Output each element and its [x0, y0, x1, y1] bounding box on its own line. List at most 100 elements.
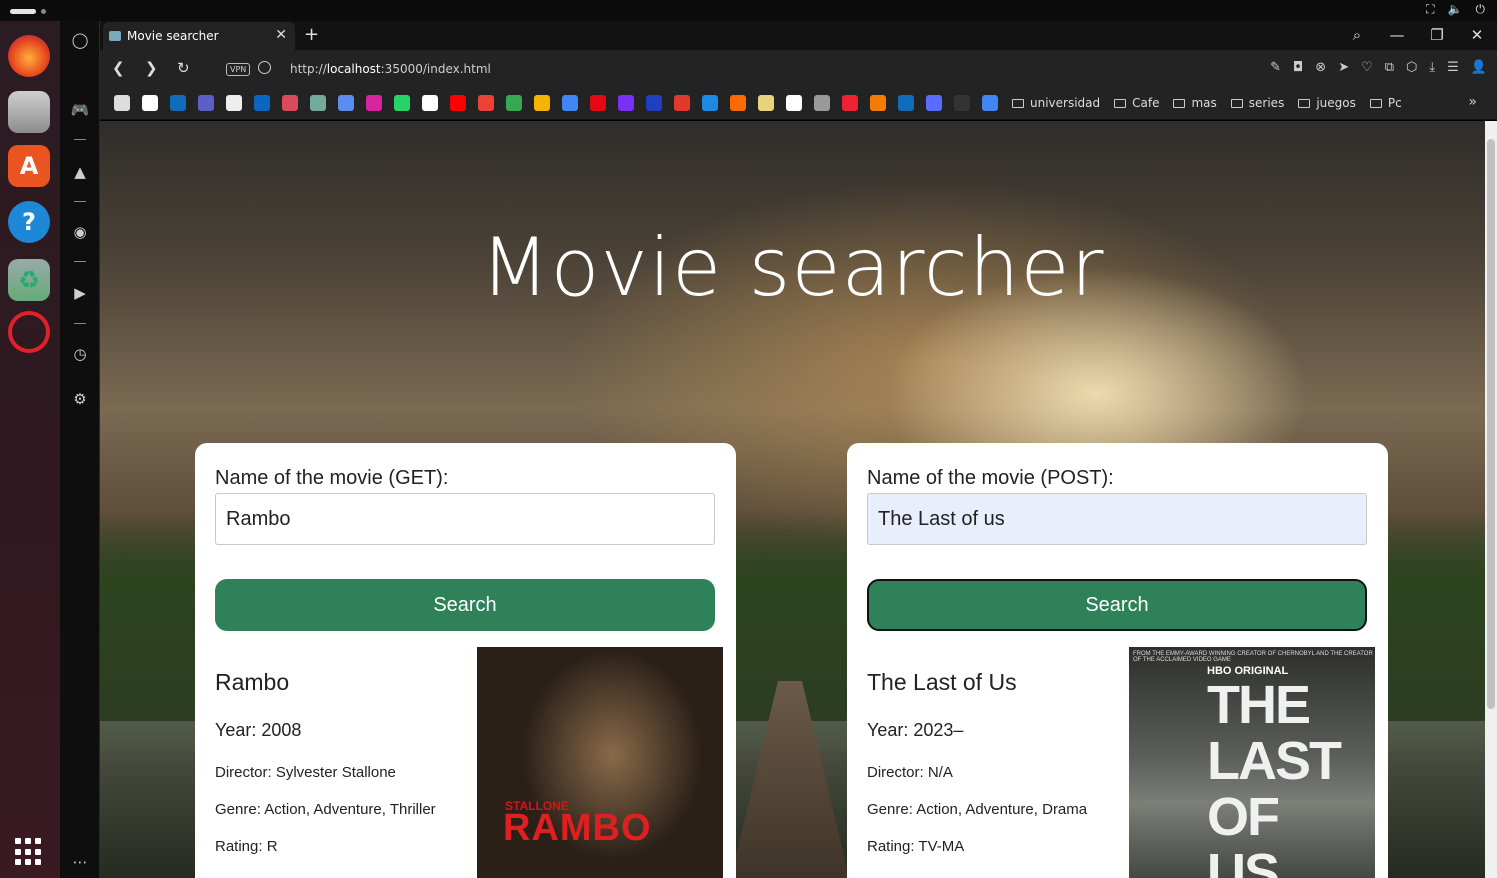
gamepad-icon[interactable]: 🎮 [69, 99, 91, 121]
restore-button[interactable]: ❐ [1417, 21, 1457, 49]
photos-icon[interactable] [534, 95, 550, 111]
drive-icon[interactable] [506, 95, 522, 111]
bookmark-icon[interactable] [114, 95, 130, 111]
bookmark-icons [114, 95, 998, 111]
teams-icon[interactable] [198, 95, 214, 111]
profile-icon[interactable]: 👤 [1471, 60, 1487, 75]
get-movie-label: Name of the movie (GET): [215, 467, 449, 489]
volume-icon[interactable]: 🔈 [1448, 2, 1463, 17]
activities-indicator[interactable] [10, 9, 36, 14]
chatgpt-icon[interactable] [310, 95, 326, 111]
heart-icon[interactable]: ♡ [1361, 60, 1373, 75]
opera-icon[interactable] [8, 311, 50, 353]
x-icon[interactable] [422, 95, 438, 111]
power-icon[interactable]: ⏻ [1476, 2, 1486, 17]
adblock-icon[interactable]: ⊗ [1315, 60, 1326, 75]
address-bar: ❮ ❯ ↻ VPN http://localhost:35000/index.h… [100, 50, 1497, 88]
crunchyroll-icon[interactable] [730, 95, 746, 111]
player-icon[interactable]: ▶ [69, 282, 91, 304]
gmail-icon[interactable] [478, 95, 494, 111]
sigma-icon[interactable] [926, 95, 942, 111]
get-search-button[interactable]: Search [215, 579, 715, 631]
tab-movie-searcher[interactable]: Movie searcher ✕ [103, 22, 295, 50]
more-icon[interactable]: ⋯ [69, 851, 91, 873]
movie-year: Year: 2008 [215, 720, 302, 740]
folder-mas[interactable]: mas [1173, 96, 1217, 110]
movie-poster: FROM THE EMMY-AWARD WINNING CREATOR OF C… [1129, 647, 1375, 878]
bookmarks-overflow-icon[interactable]: » [1468, 94, 1477, 110]
folder-universidad[interactable]: universidad [1012, 96, 1100, 110]
player-icon[interactable] [702, 95, 718, 111]
folder-juegos[interactable]: juegos [1298, 96, 1356, 110]
url-field[interactable]: http://localhost:35000/index.html [290, 62, 491, 76]
sidebar-separator [74, 261, 86, 262]
new-tab-button[interactable]: + [304, 24, 319, 45]
movie-title: The Last of Us [867, 669, 1017, 695]
outlook-icon[interactable] [898, 95, 914, 111]
document-icon[interactable] [786, 95, 802, 111]
heart-bookmark-icon[interactable] [842, 95, 858, 111]
translate-icon[interactable]: ⧉ [1385, 60, 1394, 75]
folder-pc[interactable]: Pc [1369, 96, 1402, 110]
github-icon[interactable] [226, 95, 242, 111]
folder-series[interactable]: series [1230, 96, 1284, 110]
software-center-icon[interactable]: A [8, 145, 50, 187]
bookmark-icon[interactable] [142, 95, 158, 111]
download-icon[interactable]: ⤓ [1429, 60, 1435, 75]
extensions-icon[interactable]: ⬡ [1406, 60, 1417, 75]
folder-icon [1114, 98, 1127, 108]
disney-icon[interactable] [646, 95, 662, 111]
bookmark-icon[interactable] [282, 95, 298, 111]
post-search-button[interactable]: Search [867, 579, 1367, 631]
aria-icon[interactable]: ▲ [69, 161, 91, 183]
help-icon[interactable]: ? [8, 201, 50, 243]
folder-cafe[interactable]: Cafe [1114, 96, 1159, 110]
page-scrollbar[interactable] [1485, 121, 1497, 878]
get-movie-input[interactable]: Rambo [215, 493, 715, 545]
netflix-icon[interactable] [590, 95, 606, 111]
search-tabs-icon[interactable]: ⌕ [1337, 21, 1377, 49]
show-apps-icon[interactable] [15, 838, 43, 866]
terminal-icon[interactable] [954, 95, 970, 111]
post-movie-input[interactable]: The Last of us [867, 493, 1367, 545]
speed-icon[interactable] [814, 95, 830, 111]
gemini-icon[interactable] [338, 95, 354, 111]
analytics-icon[interactable] [870, 95, 886, 111]
files-icon[interactable] [8, 91, 50, 133]
system-top-bar: ⛶ 🔈 ⏻ [0, 0, 1497, 21]
post-movie-label: Name of the movie (POST): [867, 467, 1114, 489]
opera-logo-icon[interactable]: ◯ [69, 29, 91, 51]
forward-icon[interactable]: ❯ [145, 59, 158, 77]
snapshot-icon[interactable]: ◘ [1293, 60, 1303, 75]
movie-year: Year: 2023– [867, 720, 964, 740]
network-icon[interactable]: ⛶ [1426, 2, 1434, 17]
translate-bookmark-icon[interactable] [982, 95, 998, 111]
bookmark-icon[interactable] [758, 95, 774, 111]
site-info-icon[interactable] [258, 61, 271, 74]
close-window-button[interactable]: ✕ [1457, 21, 1497, 49]
trash-icon[interactable]: ♻ [8, 259, 50, 301]
linkedin-icon[interactable] [254, 95, 270, 111]
whatsapp-icon[interactable]: ◉ [69, 221, 91, 243]
outlook-icon[interactable] [170, 95, 186, 111]
whatsapp-icon[interactable] [394, 95, 410, 111]
get-search-card: Name of the movie (GET): Rambo Search Ra… [195, 443, 736, 878]
calendar-icon[interactable] [562, 95, 578, 111]
back-icon[interactable]: ❮ [112, 59, 125, 77]
vpn-badge[interactable]: VPN [226, 63, 251, 76]
edit-icon[interactable]: ✎ [1270, 60, 1281, 75]
settings-icon[interactable]: ⚙ [69, 388, 91, 410]
system-tray[interactable]: ⛶ 🔈 ⏻ [1426, 2, 1485, 17]
history-icon[interactable]: ◷ [69, 343, 91, 365]
bookmark-icon[interactable] [674, 95, 690, 111]
instagram-icon[interactable] [366, 95, 382, 111]
scrollbar-thumb[interactable] [1487, 139, 1495, 709]
close-tab-icon[interactable]: ✕ [275, 27, 287, 43]
firefox-icon[interactable] [8, 35, 50, 77]
easy-setup-icon[interactable]: ☰ [1447, 60, 1459, 75]
max-icon[interactable] [618, 95, 634, 111]
minimize-button[interactable]: — [1377, 21, 1417, 49]
reload-icon[interactable]: ↻ [177, 59, 190, 77]
send-icon[interactable]: ➤ [1338, 60, 1349, 75]
youtube-icon[interactable] [450, 95, 466, 111]
